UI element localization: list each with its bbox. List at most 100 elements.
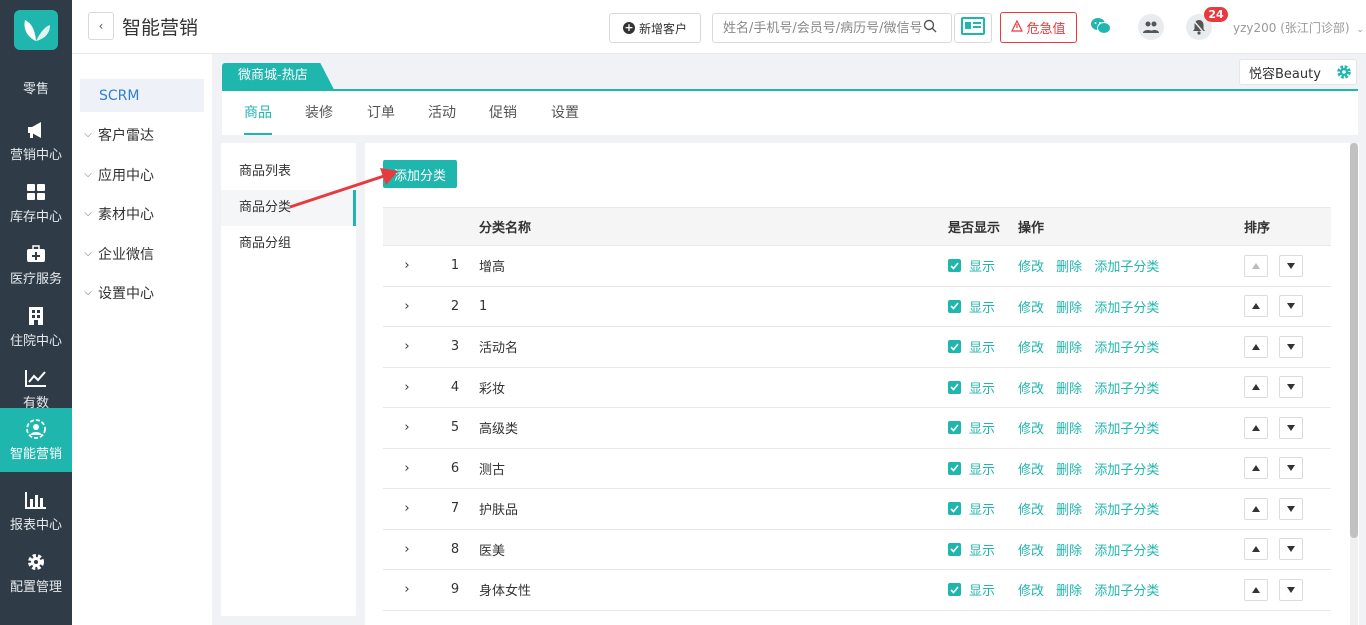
rail-item-inpatient[interactable]: 住院中心: [0, 296, 72, 358]
show-checkbox[interactable]: 显示: [948, 459, 995, 478]
edit-link[interactable]: 修改: [1018, 260, 1044, 275]
move-up-button[interactable]: [1244, 254, 1268, 277]
move-down-button[interactable]: [1279, 335, 1304, 358]
edit-link[interactable]: 修改: [1018, 382, 1044, 397]
add-subcategory-link[interactable]: 添加子分类: [1094, 260, 1159, 275]
add-subcategory-link[interactable]: 添加子分类: [1094, 382, 1159, 397]
search-icon[interactable]: [923, 19, 937, 37]
chevron-right-icon[interactable]: ›: [404, 582, 409, 597]
move-up-button[interactable]: [1244, 295, 1268, 318]
tab-decoration[interactable]: 装修: [305, 91, 333, 135]
move-down-button[interactable]: [1279, 538, 1304, 561]
show-checkbox[interactable]: 显示: [948, 378, 995, 397]
move-down-button[interactable]: [1279, 457, 1304, 480]
critical-value-button[interactable]: 危急值: [1000, 12, 1077, 43]
rail-item-inventory[interactable]: 库存中心: [0, 172, 72, 234]
move-up-button[interactable]: [1244, 335, 1268, 358]
edit-link[interactable]: 修改: [1018, 301, 1044, 316]
tab-promotions[interactable]: 促销: [489, 91, 517, 135]
shop-tab[interactable]: 微商城-热店: [222, 63, 334, 89]
new-customer-button[interactable]: + 新增客户: [609, 13, 701, 43]
move-down-button[interactable]: [1279, 376, 1304, 399]
move-up-button[interactable]: [1244, 497, 1268, 520]
rail-item-medical[interactable]: 医疗服务: [0, 234, 72, 296]
app-logo[interactable]: [14, 10, 58, 50]
edit-link[interactable]: 修改: [1018, 584, 1044, 599]
move-down-button[interactable]: [1279, 295, 1304, 318]
org-selector[interactable]: 悦容Beauty: [1239, 59, 1357, 85]
edit-link[interactable]: 修改: [1018, 463, 1044, 478]
chevron-right-icon[interactable]: ›: [404, 420, 409, 435]
subnav-item-enterprise-wechat[interactable]: ⌵ 企业微信: [80, 237, 204, 270]
delete-link[interactable]: 删除: [1056, 382, 1082, 397]
chevron-right-icon[interactable]: ›: [404, 339, 409, 354]
add-subcategory-link[interactable]: 添加子分类: [1094, 503, 1159, 518]
subnav-item-settings-center[interactable]: ⌵ 设置中心: [80, 276, 204, 309]
edit-link[interactable]: 修改: [1018, 341, 1044, 356]
chevron-right-icon[interactable]: ›: [404, 299, 409, 314]
move-up-button[interactable]: [1244, 416, 1268, 439]
show-checkbox[interactable]: 显示: [948, 580, 995, 599]
add-subcategory-link[interactable]: 添加子分类: [1094, 544, 1159, 559]
subnav-item-customer-radar[interactable]: ⌵ 客户雷达: [80, 118, 204, 151]
show-checkbox[interactable]: 显示: [948, 499, 995, 518]
user-menu[interactable]: yzy200 (张江门诊部) ⌄: [1233, 19, 1364, 36]
delete-link[interactable]: 删除: [1056, 341, 1082, 356]
edit-link[interactable]: 修改: [1018, 503, 1044, 518]
edit-link[interactable]: 修改: [1018, 544, 1044, 559]
edit-link[interactable]: 修改: [1018, 422, 1044, 437]
chevron-right-icon[interactable]: ›: [404, 461, 409, 476]
rail-item-marketing-center[interactable]: 营销中心: [0, 110, 72, 172]
add-subcategory-link[interactable]: 添加子分类: [1094, 301, 1159, 316]
show-checkbox[interactable]: 显示: [948, 540, 995, 559]
vertical-scrollbar[interactable]: [1350, 143, 1358, 625]
delete-link[interactable]: 删除: [1056, 301, 1082, 316]
chevron-right-icon[interactable]: ›: [404, 380, 409, 395]
show-checkbox[interactable]: 显示: [948, 337, 995, 356]
subnav-item-scrm[interactable]: SCRM: [80, 79, 204, 112]
menu-item-product-category[interactable]: 商品分类: [221, 190, 356, 226]
rail-item-reports[interactable]: 报表中心: [0, 480, 72, 542]
id-card-button[interactable]: [954, 13, 992, 43]
move-up-button[interactable]: [1244, 578, 1268, 601]
add-subcategory-link[interactable]: 添加子分类: [1094, 422, 1159, 437]
add-subcategory-link[interactable]: 添加子分类: [1094, 463, 1159, 478]
delete-link[interactable]: 删除: [1056, 260, 1082, 275]
show-checkbox[interactable]: 显示: [948, 418, 995, 437]
move-up-button[interactable]: [1244, 538, 1268, 561]
search-input[interactable]: [713, 14, 923, 42]
subnav-item-material-center[interactable]: ⌵ 素材中心: [80, 197, 204, 230]
scrollbar-thumb[interactable]: [1350, 143, 1358, 538]
move-up-button[interactable]: [1244, 457, 1268, 480]
back-button[interactable]: ‹: [88, 12, 114, 40]
tab-activities[interactable]: 活动: [428, 91, 456, 135]
settings-gear-icon[interactable]: [1336, 64, 1352, 84]
team-icon[interactable]: [1138, 14, 1164, 40]
delete-link[interactable]: 删除: [1056, 544, 1082, 559]
move-down-button[interactable]: [1279, 578, 1304, 601]
chevron-right-icon[interactable]: ›: [404, 501, 409, 516]
add-category-button[interactable]: 添加分类: [383, 160, 457, 188]
tab-settings[interactable]: 设置: [551, 91, 579, 135]
delete-link[interactable]: 删除: [1056, 584, 1082, 599]
show-checkbox[interactable]: 显示: [948, 256, 995, 275]
chevron-right-icon[interactable]: ›: [404, 542, 409, 557]
rail-item-config[interactable]: 配置管理: [0, 542, 72, 604]
add-subcategory-link[interactable]: 添加子分类: [1094, 584, 1159, 599]
tab-orders[interactable]: 订单: [367, 91, 395, 135]
move-down-button[interactable]: [1279, 254, 1304, 277]
delete-link[interactable]: 删除: [1056, 503, 1082, 518]
wechat-icon[interactable]: [1090, 17, 1112, 39]
move-up-button[interactable]: [1244, 376, 1268, 399]
chevron-right-icon[interactable]: ›: [404, 258, 409, 273]
move-down-button[interactable]: [1279, 497, 1304, 520]
tab-products[interactable]: 商品: [244, 91, 272, 135]
subnav-item-app-center[interactable]: ⌵ 应用中心: [80, 158, 204, 191]
delete-link[interactable]: 删除: [1056, 422, 1082, 437]
rail-item-retail[interactable]: 零售: [0, 56, 72, 118]
add-subcategory-link[interactable]: 添加子分类: [1094, 341, 1159, 356]
move-down-button[interactable]: [1279, 416, 1304, 439]
menu-item-product-list[interactable]: 商品列表: [221, 154, 356, 190]
rail-item-smart-marketing[interactable]: 智能营销: [0, 408, 72, 472]
menu-item-product-group[interactable]: 商品分组: [221, 226, 356, 262]
